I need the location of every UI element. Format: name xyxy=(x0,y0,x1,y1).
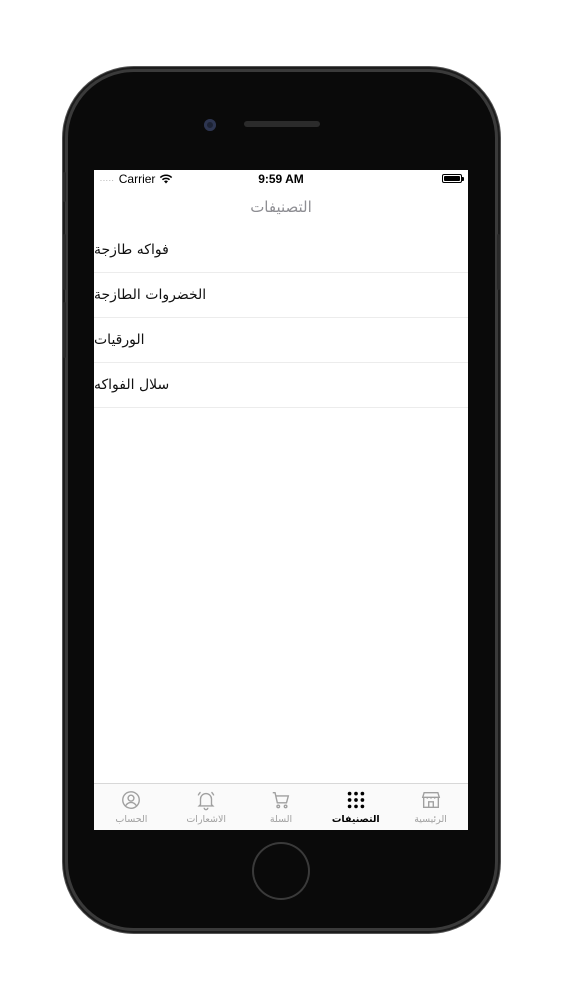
cart-icon xyxy=(272,791,290,809)
category-item-leafy-greens[interactable]: الورقيات xyxy=(94,318,468,363)
category-label: سلال الفواكه xyxy=(94,377,170,393)
earpiece-speaker xyxy=(244,121,320,127)
store-icon xyxy=(421,791,440,809)
category-list: فواكه طازجة الخضروات الطازجة الورقيات سل… xyxy=(94,228,468,408)
tab-account[interactable]: الحساب xyxy=(94,784,169,830)
bell-icon xyxy=(197,791,215,811)
tab-home[interactable]: الرئيسية xyxy=(393,784,468,830)
tab-cart[interactable]: السلة xyxy=(244,784,319,830)
status-time: 9:59 AM xyxy=(258,172,304,186)
category-item-fruit-baskets[interactable]: سلال الفواكه xyxy=(94,363,468,408)
tab-label: التصنيفات xyxy=(331,814,380,825)
category-label: الورقيات xyxy=(94,332,145,348)
volume-up-button xyxy=(63,234,66,290)
tab-label: السلة xyxy=(269,814,293,825)
screen: ..... Carrier 9:59 AM التصنيفات فواكه طا… xyxy=(94,170,468,830)
profile-icon xyxy=(122,791,141,809)
tab-categories[interactable]: التصنيفات xyxy=(318,784,393,830)
tab-label: الحساب xyxy=(115,814,148,825)
category-item-fresh-vegetables[interactable]: الخضروات الطازجة xyxy=(94,273,468,318)
mute-switch xyxy=(63,172,66,202)
tab-bar: الحساب الاشعارات السلة التصنيفات الرئيسي… xyxy=(94,783,468,830)
volume-down-button xyxy=(63,302,66,358)
category-item-fresh-fruits[interactable]: فواكه طازجة xyxy=(94,228,468,273)
home-button[interactable] xyxy=(254,844,308,898)
status-bar: ..... Carrier 9:59 AM xyxy=(94,170,468,188)
tab-label: الاشعارات xyxy=(186,814,227,825)
category-label: الخضروات الطازجة xyxy=(94,287,207,303)
battery-icon xyxy=(442,174,464,183)
power-button xyxy=(497,234,500,290)
grid-icon xyxy=(347,791,365,809)
tab-label: الرئيسية xyxy=(414,814,447,825)
category-label: فواكه طازجة xyxy=(94,242,169,258)
front-camera xyxy=(204,119,216,131)
page-title: التصنيفات xyxy=(250,198,312,216)
phone-frame: ..... Carrier 9:59 AM التصنيفات فواكه طا… xyxy=(63,72,500,928)
tab-notifications[interactable]: الاشعارات xyxy=(169,784,244,830)
